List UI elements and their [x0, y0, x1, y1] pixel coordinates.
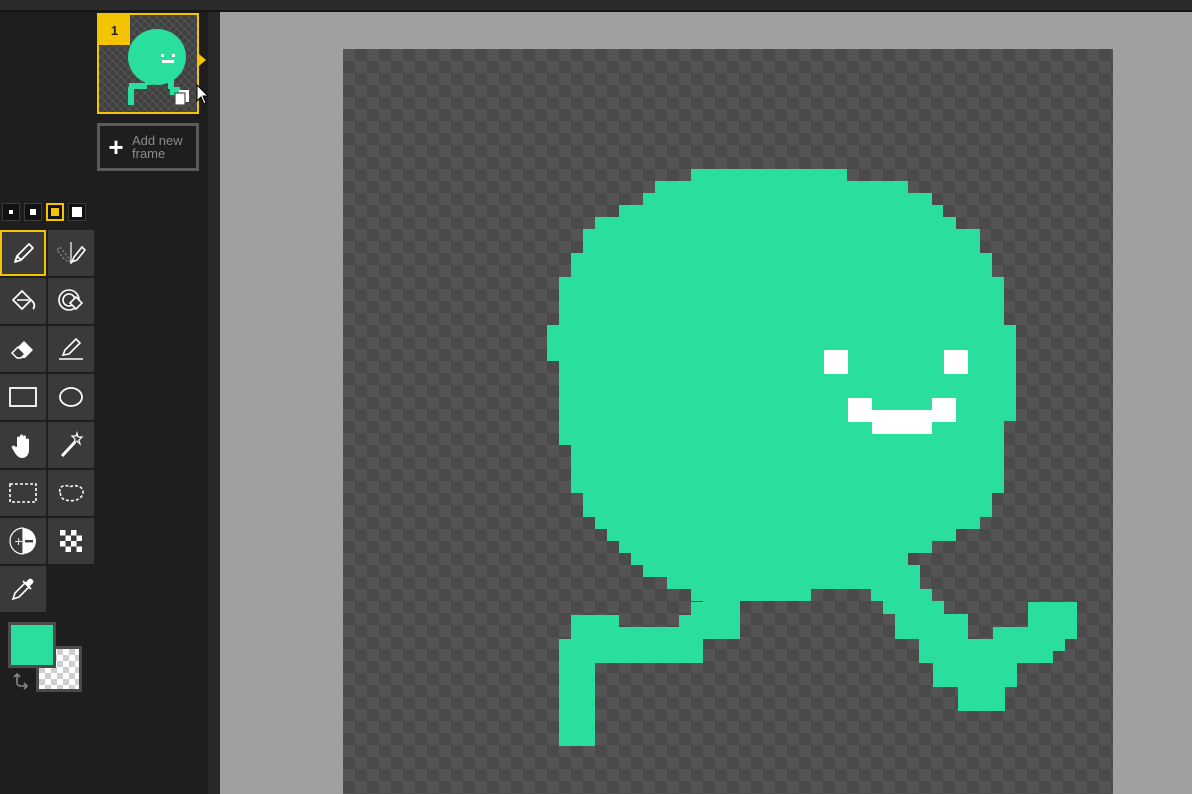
body-pixel-block	[957, 651, 1018, 663]
frames-panel: 1 + Add new frame	[96, 12, 210, 794]
body-pixel-block	[595, 517, 980, 529]
pen-size-4[interactable]	[68, 203, 86, 221]
drawing-canvas[interactable]	[343, 49, 1113, 794]
vertical-mirror-tool[interactable]	[48, 230, 94, 276]
body-pixel-block	[871, 565, 920, 589]
pen-size-3[interactable]	[46, 203, 64, 221]
body-pixel-block	[643, 193, 932, 205]
body-pixel-block	[958, 687, 1005, 711]
pen-size-dot	[51, 208, 59, 216]
top-bar	[0, 0, 1192, 10]
drawing-workspace	[220, 12, 1192, 794]
body-pixel-block	[667, 577, 883, 589]
rectangle-tool[interactable]	[0, 374, 46, 420]
dithering-tool[interactable]	[48, 518, 94, 564]
body-pixel-block	[691, 169, 847, 181]
frames-scrollbar[interactable]	[208, 12, 220, 794]
magic-wand-icon	[60, 430, 84, 458]
bucket-icon	[11, 289, 36, 311]
color-selector	[8, 622, 88, 696]
shape-selection-tool[interactable]	[48, 422, 94, 468]
body-pixel-block	[559, 639, 703, 663]
body-pixel-block	[559, 289, 1004, 325]
body-pixel-block	[691, 602, 740, 615]
body-pixel-block	[921, 627, 968, 639]
target-bucket-icon	[58, 289, 84, 311]
frame-number-badge: 1	[99, 15, 130, 45]
pencil-icon	[14, 243, 34, 263]
duplicate-frame-icon[interactable]	[173, 88, 191, 106]
pen-size-2[interactable]	[24, 203, 42, 221]
lasso-icon	[58, 484, 84, 502]
pen-tool[interactable]	[0, 230, 46, 276]
body-pixel-block	[883, 601, 944, 614]
add-new-frame-button[interactable]: + Add new frame	[97, 123, 199, 171]
paint-same-pixels-tool[interactable]	[48, 278, 94, 324]
body-pixel-block	[655, 181, 908, 193]
plus-icon: +	[108, 132, 124, 162]
body-pixel-block	[619, 205, 943, 217]
body-pixel-block	[993, 639, 1043, 651]
face-pixel-block	[872, 410, 932, 434]
body-pixel-block	[643, 565, 907, 577]
body-pixel-block	[559, 663, 595, 746]
rectangle-selection-tool[interactable]	[0, 470, 46, 516]
dashed-rectangle-icon	[9, 483, 37, 503]
tool-grid: +	[0, 230, 94, 612]
pen-size-dot	[72, 207, 82, 217]
body-pixel-block	[571, 615, 619, 639]
stroke-tool[interactable]	[48, 326, 94, 372]
pixel-art-drawing	[547, 169, 1077, 746]
body-pixel-block	[933, 663, 1017, 687]
swap-colors-icon[interactable]	[12, 670, 32, 690]
tools-panel: +	[0, 12, 96, 794]
eyedropper-icon	[11, 578, 34, 601]
pen-size-selector	[2, 203, 86, 221]
body-pixel-block	[595, 217, 956, 229]
lighten-icon: +	[9, 527, 36, 555]
svg-text:+: +	[14, 535, 23, 548]
face-pixel-block	[932, 398, 956, 422]
body-pixel-block	[607, 529, 956, 541]
body-pixel-block	[583, 229, 980, 253]
body-pixel-block	[619, 541, 932, 553]
body-pixel-block	[559, 421, 1004, 445]
lasso-selection-tool[interactable]	[48, 470, 94, 516]
move-tool[interactable]	[0, 422, 46, 468]
body-pixel-block	[559, 277, 1004, 289]
paint-bucket-tool[interactable]	[0, 278, 46, 324]
eraser-icon	[10, 341, 33, 359]
add-frame-label: Add new frame	[132, 133, 183, 161]
body-pixel-block	[571, 445, 1004, 493]
face-pixel-block	[824, 350, 848, 374]
mirror-pen-icon	[56, 242, 86, 264]
lighten-darken-tool[interactable]: +	[0, 518, 46, 564]
eraser-tool[interactable]	[0, 326, 46, 372]
pen-size-1[interactable]	[2, 203, 20, 221]
rectangle-icon	[9, 387, 37, 407]
frame-selected-arrow	[199, 54, 206, 66]
frame-thumbnail[interactable]: 1	[97, 13, 199, 114]
hand-icon	[11, 434, 29, 458]
circle-icon	[59, 387, 83, 407]
primary-color-swatch[interactable]	[8, 622, 56, 668]
body-pixel-block	[571, 253, 992, 277]
body-pixel-block	[583, 493, 992, 517]
line-icon	[59, 337, 83, 360]
pen-size-dot	[30, 209, 36, 215]
body-pixel-block	[871, 589, 932, 601]
checker-icon	[60, 530, 82, 552]
face-pixel-block	[848, 398, 872, 422]
pen-size-dot	[9, 210, 13, 214]
circle-tool[interactable]	[48, 374, 94, 420]
color-picker-tool[interactable]	[0, 566, 46, 612]
body-pixel-block	[631, 553, 908, 565]
face-pixel-block	[944, 350, 968, 374]
